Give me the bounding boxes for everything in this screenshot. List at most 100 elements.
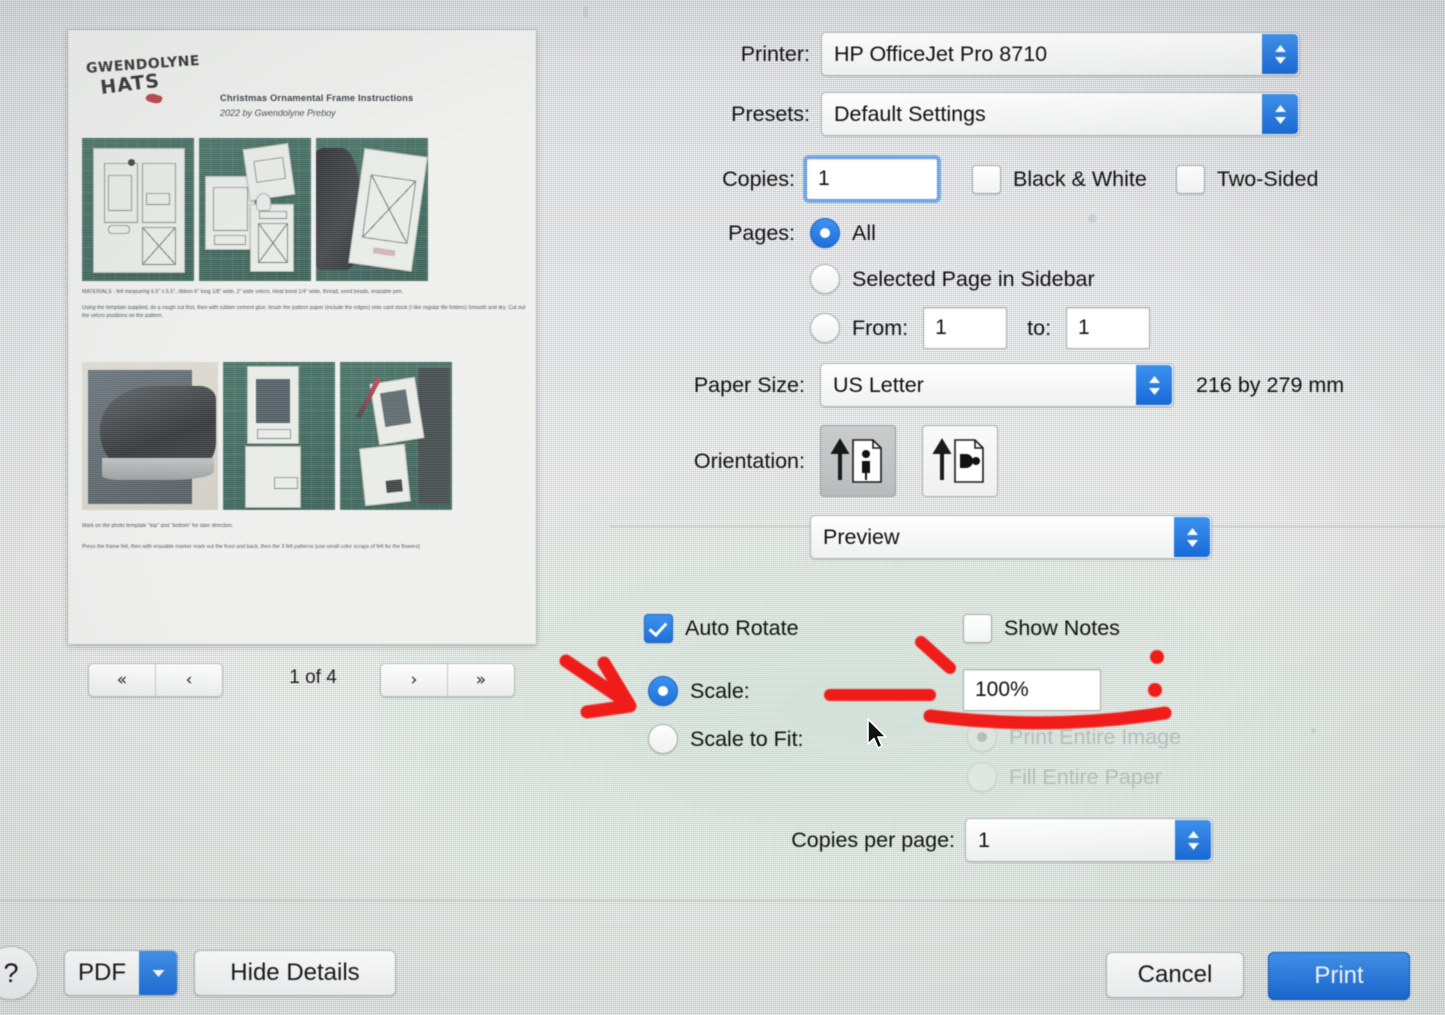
presets-row: Presets: Default Settings — [600, 92, 1300, 136]
chevron-updown-icon[interactable] — [1174, 517, 1210, 557]
paper-size-value: US Letter — [833, 372, 924, 397]
preview-page-navigation: « ‹ 1 of 4 › » — [88, 663, 518, 699]
auto-rotate-row[interactable]: Auto Rotate — [644, 614, 799, 643]
document-paragraph: Press the frame felt, then with erasable… — [82, 543, 420, 550]
chevron-updown-icon[interactable] — [1175, 820, 1211, 860]
first-page-button[interactable]: « — [89, 664, 155, 696]
cancel-button[interactable]: Cancel — [1106, 952, 1244, 998]
document-paragraph: Mark on the photo template "top" and "bo… — [82, 523, 234, 529]
mouse-cursor — [866, 718, 890, 752]
copies-per-page-row: Copies per page: 1 — [600, 818, 1213, 862]
previous-page-button[interactable]: ‹ — [155, 664, 222, 696]
paper-size-select[interactable]: US Letter — [820, 363, 1174, 407]
scale-row[interactable]: Scale: — [648, 676, 750, 706]
last-page-button[interactable]: » — [447, 664, 514, 696]
landscape-page-icon — [932, 438, 984, 483]
print-entire-image-row: Print Entire Image — [967, 722, 1181, 752]
pages-from-label: From: — [852, 315, 909, 340]
pages-to-value: 1 — [1078, 316, 1090, 339]
radio-button-icon — [967, 722, 997, 752]
page-preview-thumbnail[interactable]: GWENDOLYNE HATS Christmas Ornamental Fra… — [68, 30, 536, 644]
presets-select[interactable]: Default Settings — [821, 92, 1300, 136]
document-paragraph: Using the template supplied, do a rough … — [82, 304, 526, 320]
logo-line-2: HATS — [99, 69, 162, 99]
checkbox-box-icon[interactable] — [963, 614, 992, 643]
document-body-top: MATERIALS - felt measuring 6.5" x 5.5", … — [82, 288, 526, 328]
copies-per-page-select[interactable]: 1 — [965, 818, 1213, 862]
screen-dust-speck — [1088, 214, 1097, 223]
radio-button-icon[interactable] — [648, 724, 678, 754]
checkbox-box-icon[interactable] — [972, 164, 1001, 194]
radio-button-icon — [967, 762, 997, 792]
radio-button-icon[interactable] — [648, 676, 678, 706]
copies-per-page-label: Copies per page: — [791, 827, 955, 852]
orientation-landscape-button[interactable] — [922, 425, 998, 497]
radio-button-icon[interactable] — [810, 218, 840, 248]
black-white-label: Black & White — [1013, 166, 1147, 191]
radio-button-icon[interactable] — [810, 313, 840, 343]
print-button[interactable]: Print — [1268, 952, 1410, 1000]
pages-all-radio[interactable]: All — [810, 218, 876, 248]
copies-input[interactable]: 1 — [806, 158, 938, 200]
print-pane-row: Preview — [810, 515, 1212, 559]
document-photo — [199, 138, 311, 281]
pages-to-input[interactable]: 1 — [1066, 307, 1151, 349]
copies-per-page-value: 1 — [978, 827, 990, 852]
document-photo-row-1 — [82, 138, 428, 281]
chevron-updown-icon[interactable] — [1262, 34, 1298, 74]
page-indicator: 1 of 4 — [289, 667, 337, 688]
scale-to-fit-label: Scale to Fit: — [690, 726, 804, 751]
orientation-row: Orientation: — [600, 425, 998, 497]
paper-size-label: Paper Size: — [693, 372, 805, 397]
document-photo — [82, 362, 218, 510]
document-body-bottom: Mark on the photo template "top" and "bo… — [82, 522, 526, 558]
pages-to-label: to: — [1027, 315, 1052, 340]
printer-select[interactable]: HP OfficeJet Pro 8710 — [821, 32, 1300, 76]
next-page-button[interactable]: › — [381, 664, 447, 696]
scale-to-fit-row[interactable]: Scale to Fit: — [648, 724, 804, 754]
pages-from-input[interactable]: 1 — [923, 307, 1008, 349]
orientation-label: Orientation: — [693, 448, 805, 473]
orientation-portrait-button[interactable] — [820, 425, 896, 497]
document-photo — [223, 362, 335, 510]
document-logo: GWENDOLYNE HATS — [86, 53, 200, 110]
printer-label: Printer: — [740, 41, 810, 66]
copies-label: Copies: — [722, 166, 795, 191]
print-pane-select[interactable]: Preview — [810, 515, 1212, 559]
chevron-updown-icon[interactable] — [1262, 94, 1298, 134]
print-entire-image-label: Print Entire Image — [1009, 724, 1182, 749]
bottom-divider — [0, 900, 1445, 901]
chevron-down-icon[interactable] — [139, 951, 177, 995]
radio-button-icon[interactable] — [810, 264, 840, 294]
two-sided-label: Two-Sided — [1216, 166, 1319, 191]
pdf-button[interactable]: PDF — [64, 950, 178, 996]
pages-all-label: All — [852, 220, 876, 245]
scale-input[interactable]: 100% — [963, 669, 1101, 711]
two-sided-checkbox[interactable]: Two-Sided — [1175, 164, 1319, 194]
paper-size-dimensions: 216 by 279 mm — [1196, 372, 1345, 397]
show-notes-row[interactable]: Show Notes — [963, 614, 1120, 643]
printer-row: Printer: HP OfficeJet Pro 8710 — [600, 32, 1300, 76]
scale-value: 100% — [975, 678, 1029, 701]
print-settings-form: Printer: HP OfficeJet Pro 8710 Presets: … — [600, 0, 1445, 900]
portrait-page-icon — [830, 438, 882, 483]
presets-value: Default Settings — [834, 101, 986, 126]
chevron-updown-icon[interactable] — [1136, 365, 1172, 405]
document-subtitle: 2022 by Gwendolyne Preboy — [220, 108, 336, 118]
document-photo — [82, 138, 194, 281]
pages-row-all: Pages: All — [600, 218, 876, 248]
printer-value: HP OfficeJet Pro 8710 — [834, 41, 1048, 66]
black-white-checkbox[interactable]: Black & White — [972, 164, 1147, 194]
hide-details-button[interactable]: Hide Details — [194, 950, 396, 996]
print-pane-value: Preview — [823, 524, 900, 549]
checkbox-box-icon[interactable] — [644, 614, 673, 643]
pages-row-selected[interactable]: Selected Page in Sidebar — [810, 264, 1095, 294]
checkbox-box-icon[interactable] — [1175, 164, 1205, 194]
logo-line-1: GWENDOLYNE — [85, 52, 201, 77]
pages-label: Pages: — [728, 220, 795, 245]
document-photo — [340, 362, 452, 510]
screen-dust-speck — [1311, 728, 1316, 733]
logo-swash-icon — [145, 91, 163, 106]
document-photo — [316, 138, 428, 281]
pages-selected-label: Selected Page in Sidebar — [852, 266, 1095, 291]
